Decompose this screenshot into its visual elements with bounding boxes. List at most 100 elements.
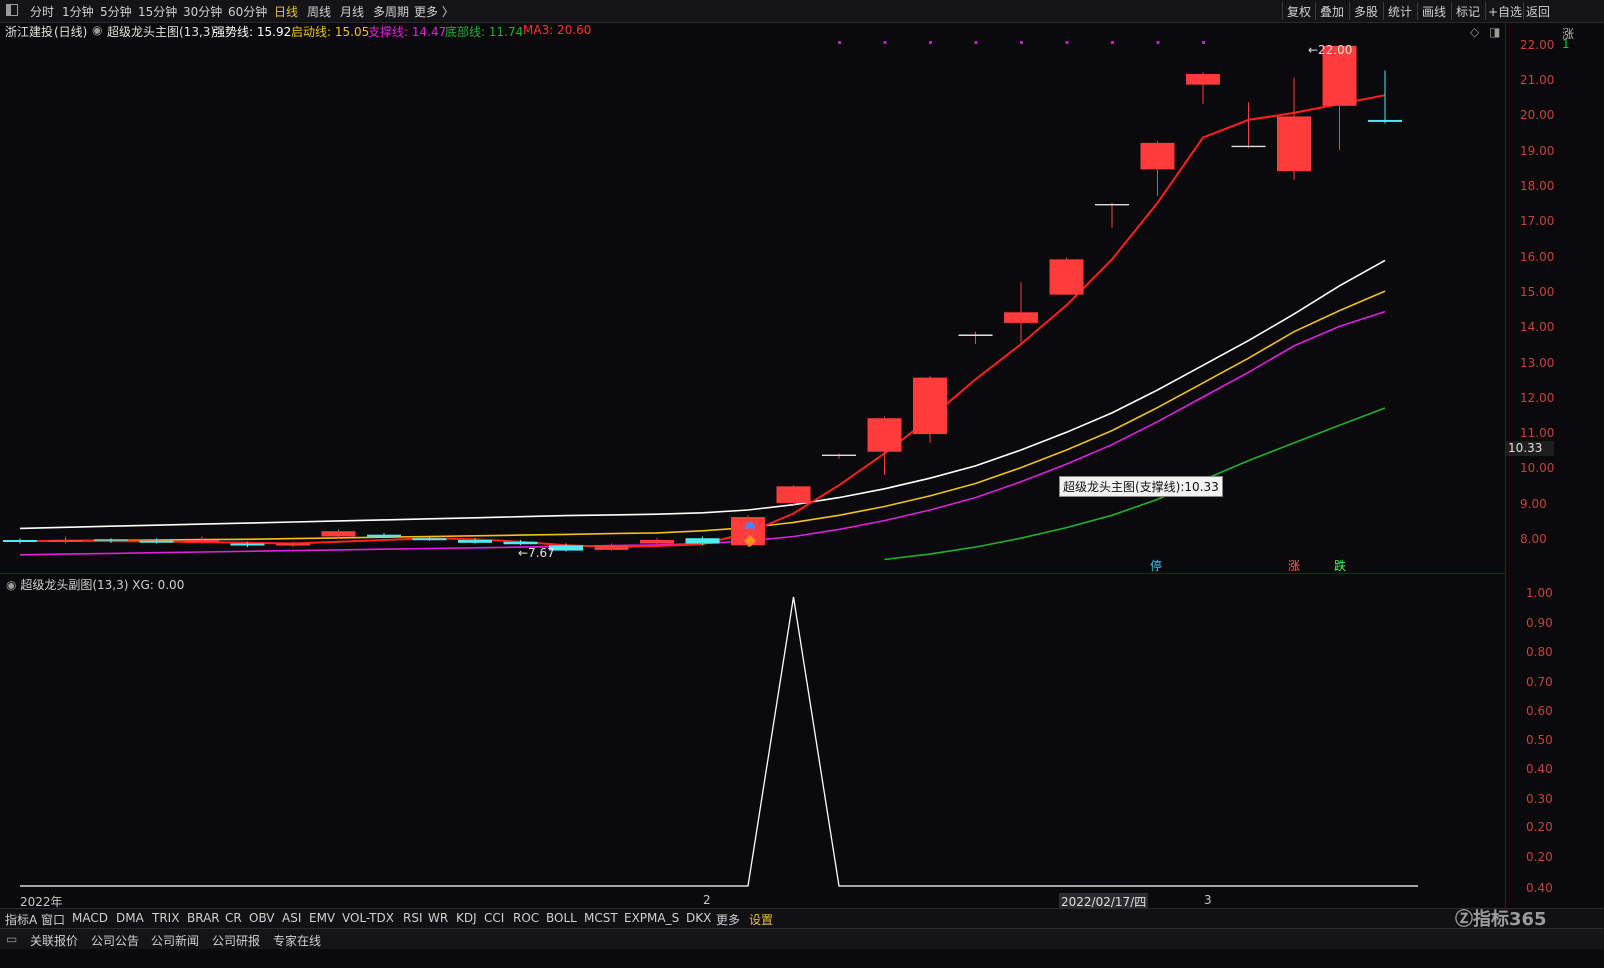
indicator-tab-cr[interactable]: CR bbox=[225, 911, 242, 925]
indicator-tab-emv[interactable]: EMV bbox=[309, 911, 335, 925]
tag-up: 涨 bbox=[1288, 558, 1300, 573]
indicator-tab-bar: 指标A 窗口 MACD DMA TRIX BRAR CR OBV ASI EMV VOL-TDX RS… bbox=[0, 908, 1604, 928]
candle-body bbox=[276, 543, 310, 546]
candle-body bbox=[458, 540, 492, 543]
indicator-line-支撑线 bbox=[19, 310, 1386, 556]
tag-stop: 停 bbox=[1150, 558, 1162, 573]
sub-tick-label: 0.30 bbox=[1526, 792, 1553, 806]
signal-dot bbox=[1065, 41, 1069, 44]
candle-body bbox=[367, 534, 401, 537]
signal-dot bbox=[1156, 41, 1160, 44]
logo-text: 指标365 bbox=[1473, 909, 1547, 930]
panel-divider[interactable] bbox=[0, 573, 1505, 574]
indicator-tab-asi[interactable]: ASI bbox=[282, 911, 301, 925]
indicator-tab-rsi[interactable]: RSI bbox=[403, 911, 423, 925]
candle-body bbox=[412, 538, 447, 541]
low-price-label: ←7.67 bbox=[518, 546, 555, 560]
current-price-marker: 10.33 bbox=[1506, 441, 1554, 456]
price-tick-label: 11.00 bbox=[1520, 426, 1555, 441]
indicator-tab-brar[interactable]: BRAR bbox=[187, 911, 220, 925]
price-tick-label: 21.00 bbox=[1520, 73, 1555, 88]
signal-dot bbox=[1020, 41, 1023, 44]
indicator-tab-boll[interactable]: BOLL bbox=[546, 911, 577, 925]
candle-body bbox=[685, 538, 720, 544]
bottom-link-announcements[interactable]: 公司公告 bbox=[91, 932, 139, 949]
tag-down: 跌 bbox=[1334, 558, 1346, 573]
price-tick-label: 19.00 bbox=[1520, 143, 1555, 158]
indicator-tab-dma[interactable]: DMA bbox=[116, 911, 144, 925]
indicator-tab-mcst[interactable]: MCST bbox=[584, 911, 618, 925]
indicator-line-启动线 bbox=[19, 290, 1386, 542]
sub-tick-label: 0.70 bbox=[1526, 675, 1553, 689]
indicator-tab-wr[interactable]: WR bbox=[428, 911, 448, 925]
indicator-tab-kdj[interactable]: KDJ bbox=[456, 911, 477, 925]
candle-body bbox=[1049, 259, 1084, 295]
price-tick-label: 13.00 bbox=[1520, 355, 1555, 370]
signal-dot bbox=[929, 41, 932, 44]
x-label-feb: 2 bbox=[703, 893, 711, 907]
sub-indicator-name[interactable]: 超级龙头副图(13,3) bbox=[20, 578, 128, 592]
price-tick-label: 17.00 bbox=[1520, 214, 1555, 229]
indicator-tab-vol-tdx[interactable]: VOL-TDX bbox=[342, 911, 394, 925]
indicator-tab-roc[interactable]: ROC bbox=[513, 911, 539, 925]
sub-indicator-value: XG: 0.00 bbox=[132, 578, 185, 592]
indicator-tab-指标a[interactable]: 指标A bbox=[5, 911, 37, 928]
candle-body bbox=[1186, 74, 1220, 85]
candle-body bbox=[3, 540, 37, 542]
signal-dot bbox=[838, 41, 841, 44]
bottom-panel-icon[interactable]: ▭ bbox=[6, 932, 17, 946]
indicator-tab-更多[interactable]: 更多 bbox=[716, 911, 740, 928]
sub-tick-label: 0.40 bbox=[1526, 881, 1553, 895]
indicator-tab-cci[interactable]: CCI bbox=[484, 911, 504, 925]
candle-body bbox=[640, 540, 674, 544]
side-panel-strip[interactable]: 涨 1 bbox=[1558, 23, 1604, 908]
candle-body bbox=[321, 531, 356, 537]
bottom-info-bar: ▭ 关联报价 公司公告 公司新闻 公司研报 专家在线 bbox=[0, 928, 1604, 949]
price-tick-label: 20.00 bbox=[1520, 108, 1555, 123]
indicator-tab-macd[interactable]: MACD bbox=[72, 911, 108, 925]
price-axis-line bbox=[1505, 23, 1506, 908]
sub-tick-label: 0.20 bbox=[1526, 820, 1553, 834]
price-tick-label: 10.00 bbox=[1520, 461, 1555, 476]
price-tick-label: 9.00 bbox=[1520, 496, 1547, 511]
sub-indicator-line bbox=[20, 596, 1418, 887]
candle-body bbox=[139, 540, 174, 543]
price-tick-label: 16.00 bbox=[1520, 249, 1555, 264]
high-price-label: ←22.00 bbox=[1308, 43, 1352, 57]
indicator-tab-窗口[interactable]: 窗口 bbox=[41, 911, 65, 928]
candle-body bbox=[1140, 142, 1175, 170]
indicator-tab-dkx[interactable]: DKX bbox=[686, 911, 711, 925]
sub-tick-label: 0.20 bbox=[1526, 850, 1553, 864]
support-line-tooltip: 超级龙头主图(支撑线):10.33 bbox=[1059, 476, 1223, 497]
kline-chart[interactable]: ←22.00 ←7.67 停 涨 跌 bbox=[0, 0, 1604, 968]
candle-body bbox=[1277, 116, 1311, 172]
candle-body bbox=[1004, 312, 1038, 323]
candle-body bbox=[230, 543, 265, 546]
candle-body bbox=[185, 540, 219, 542]
indicator-tab-obv[interactable]: OBV bbox=[249, 911, 275, 925]
price-tick-label: 8.00 bbox=[1520, 532, 1547, 546]
sub-tick-label: 0.40 bbox=[1526, 762, 1553, 776]
sub-tick-label: 0.50 bbox=[1526, 733, 1553, 747]
indicator-tab-设置[interactable]: 设置 bbox=[749, 911, 773, 928]
side-value: 1 bbox=[1562, 37, 1570, 51]
price-tick-label: 14.00 bbox=[1520, 320, 1555, 335]
sub-tick-label: 1.00 bbox=[1526, 586, 1553, 600]
bottom-link-quotes[interactable]: 关联报价 bbox=[30, 932, 78, 949]
sub-tick-label: 0.80 bbox=[1526, 645, 1553, 659]
candle-body bbox=[867, 418, 902, 452]
bottom-link-news[interactable]: 公司新闻 bbox=[151, 932, 199, 949]
price-tick-label: 12.00 bbox=[1520, 390, 1555, 405]
bottom-link-expert[interactable]: 专家在线 bbox=[273, 932, 321, 949]
signal-dot bbox=[1202, 41, 1205, 44]
sub-tick-label: 0.90 bbox=[1526, 616, 1553, 630]
candle-body bbox=[503, 541, 538, 545]
time-axis: 2022年 2 2022/02/17/四 3 bbox=[0, 891, 1505, 910]
signal-dot bbox=[1111, 41, 1114, 44]
sub-collapse-icon[interactable]: ◉ bbox=[6, 578, 16, 592]
bottom-link-research[interactable]: 公司研报 bbox=[212, 932, 260, 949]
indicator-tab-trix[interactable]: TRIX bbox=[152, 911, 179, 925]
price-tick-label: 15.00 bbox=[1520, 284, 1555, 299]
indicator-tab-expma_s[interactable]: EXPMA_S bbox=[624, 911, 679, 925]
signal-dot bbox=[974, 41, 978, 44]
